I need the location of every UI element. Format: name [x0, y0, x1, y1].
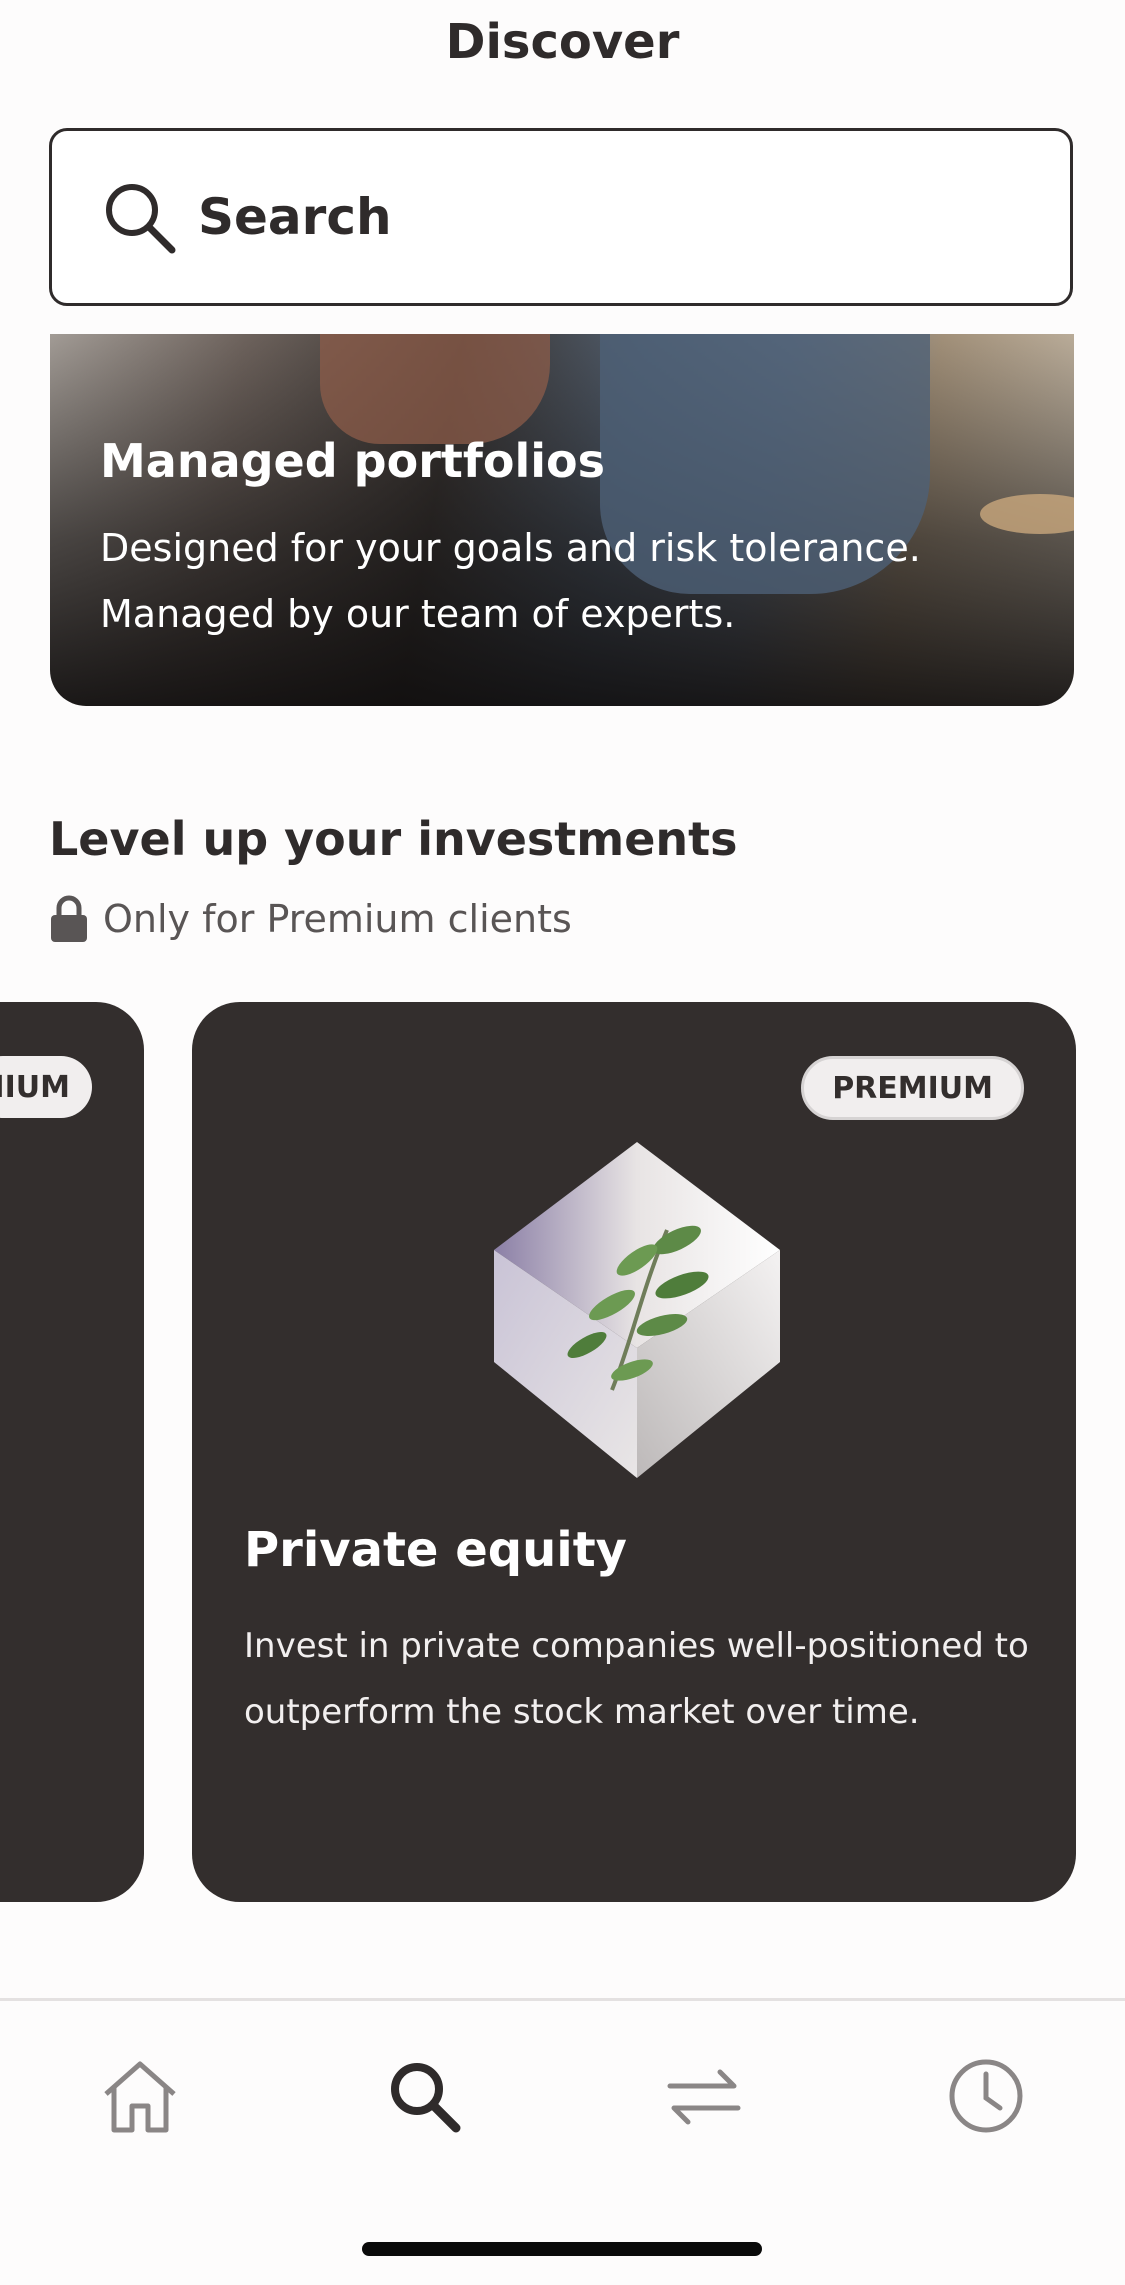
- hero-title: Managed portfolios: [100, 434, 606, 488]
- lock-icon: [51, 895, 87, 942]
- premium-badge: PREMIUM: [0, 1056, 92, 1118]
- hero-image-stool: [980, 494, 1074, 534]
- tab-clock-icon[interactable]: [946, 2056, 1026, 2136]
- section-title: Level up your investments: [49, 812, 738, 866]
- tabbar-divider: [0, 1998, 1125, 2001]
- search-bar[interactable]: Search: [49, 128, 1073, 306]
- card-title: Private equity: [244, 1522, 627, 1578]
- home-indicator: [362, 2242, 762, 2256]
- section-subtitle: Only for Premium clients: [49, 894, 572, 944]
- hero-image-hands: [320, 334, 550, 444]
- tab-bar: [0, 2002, 1125, 2182]
- tab-home-icon[interactable]: [100, 2056, 180, 2136]
- search-icon: [106, 184, 176, 254]
- hero-description-line1: Designed for your goals and risk toleran…: [100, 526, 921, 570]
- managed-portfolios-card[interactable]: Managed portfolios Designed for your goa…: [50, 334, 1074, 706]
- cube-plant-image: [494, 1142, 780, 1478]
- search-placeholder: Search: [198, 188, 392, 246]
- premium-card-previous[interactable]: PREMIUM: [0, 1002, 144, 1902]
- private-equity-card[interactable]: PREMIUM Private equity Invest in private…: [192, 1002, 1076, 1902]
- page-title: Discover: [445, 14, 680, 70]
- card-description-line1: Invest in private companies well-positio…: [244, 1626, 1029, 1666]
- hero-description-line2: Managed by our team of experts.: [100, 592, 736, 636]
- tab-transfer-arrows-icon[interactable]: [664, 2056, 744, 2136]
- section-subtitle-text: Only for Premium clients: [103, 897, 572, 941]
- card-description-line2: outperform the stock market over time.: [244, 1692, 920, 1732]
- tab-search-icon[interactable]: [384, 2056, 464, 2136]
- premium-badge: PREMIUM: [801, 1056, 1024, 1120]
